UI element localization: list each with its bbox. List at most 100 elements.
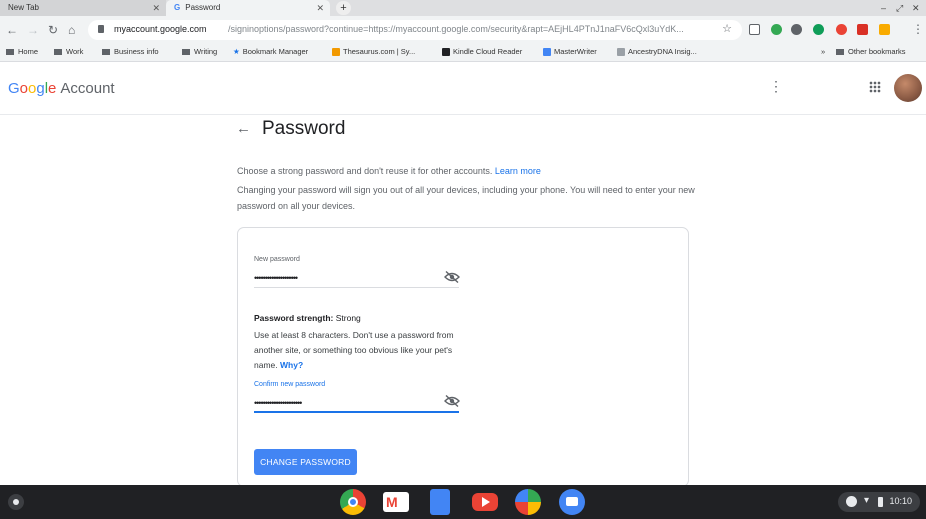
bookmarks-overflow-icon[interactable]: » <box>821 47 825 56</box>
bookmark-label: Bookmark Manager <box>242 47 309 56</box>
wifi-icon: ▾ <box>864 495 870 506</box>
password-hint: Use at least 8 characters. Don't use a p… <box>254 328 469 373</box>
bookmark-manager[interactable]: ★ Bookmark Manager <box>233 47 308 56</box>
extension-icon[interactable] <box>836 24 847 35</box>
bookmark-label: Writing <box>194 47 218 56</box>
strength-label: Password strength: <box>254 313 334 323</box>
bookmarks-bar: Home Work Business info Writing ★ Bookmar… <box>0 44 926 62</box>
star-icon: ★ <box>233 47 240 56</box>
bookmark-kindle[interactable]: Kindle Cloud Reader <box>442 47 523 57</box>
intro-sentence: Choose a strong password and don't reuse… <box>237 166 493 176</box>
intro-text: Choose a strong password and don't reuse… <box>237 166 697 176</box>
avatar[interactable] <box>894 74 922 102</box>
strength-value: Strong <box>335 313 361 323</box>
address-bar[interactable]: myaccount.google.com /signinoptions/pass… <box>88 20 742 40</box>
os-shelf: M ▾ 10:10 <box>0 485 926 519</box>
extension-icon[interactable] <box>879 24 890 35</box>
google-wordmark: Google <box>8 80 57 97</box>
chrome-app-icon[interactable] <box>340 489 366 515</box>
apps-grid-icon[interactable] <box>869 81 881 93</box>
intro-text-2: Changing your password will sign you out… <box>237 185 695 211</box>
folder-icon <box>54 49 62 56</box>
bookmark-label: Other bookmarks <box>848 47 906 56</box>
bookmark-label: Kindle Cloud Reader <box>453 47 523 56</box>
account-header: Google Account ⋮ <box>0 63 926 115</box>
tab-new-tab[interactable]: New Tab ✕ <box>0 0 166 16</box>
close-icon[interactable]: ✕ <box>316 0 324 16</box>
tab-password[interactable]: G Password ✕ <box>166 0 330 16</box>
visibility-off-icon[interactable] <box>444 395 460 407</box>
bookmark-thesaurus[interactable]: Thesaurus.com | Sy... <box>332 47 416 57</box>
tab-strip: New Tab ✕ G Password ✕ + – ⤢ ✕ <box>0 0 926 16</box>
bookmark-writing[interactable]: Writing <box>182 47 217 56</box>
status-tray[interactable]: ▾ 10:10 <box>838 492 920 512</box>
extension-icon[interactable] <box>857 24 868 35</box>
docs-app-icon[interactable] <box>430 489 450 515</box>
learn-more-link[interactable]: Learn more <box>495 166 541 176</box>
bookmark-masterwriter[interactable]: MasterWriter <box>543 47 597 57</box>
bookmark-label: Work <box>66 47 84 56</box>
folder-icon <box>102 49 110 56</box>
google-account-logo[interactable]: Google Account <box>8 80 115 97</box>
password-strength: Password strength: Strong <box>254 313 361 323</box>
extension-icon[interactable] <box>749 24 760 35</box>
folder-icon <box>182 49 190 56</box>
bookmark-work[interactable]: Work <box>54 47 83 56</box>
bookmark-business-info[interactable]: Business info <box>102 47 159 56</box>
url-path: /signinoptions/password?continue=https:/… <box>228 24 684 34</box>
ancestry-icon <box>617 48 625 57</box>
kindle-icon <box>442 48 450 57</box>
back-arrow-icon[interactable]: ← <box>236 120 251 137</box>
maximize-icon[interactable]: ⤢ <box>896 0 903 16</box>
bookmark-label: AncestryDNA Insig... <box>628 47 697 56</box>
minimize-icon[interactable]: – <box>881 0 886 16</box>
extension-icon[interactable] <box>771 24 782 35</box>
youtube-app-icon[interactable] <box>472 493 498 511</box>
confirm-password-field[interactable]: •••••••••••••••••••••• <box>254 398 302 408</box>
folder-icon <box>836 49 844 56</box>
tab-label: New Tab <box>8 3 39 12</box>
bookmark-star-icon[interactable]: ☆ <box>722 22 732 35</box>
bookmark-label: Home <box>18 47 39 56</box>
password-form-card: New password •••••••••••••••••••• Passwo… <box>237 227 689 487</box>
new-password-field[interactable]: •••••••••••••••••••• <box>254 273 298 283</box>
new-tab-button[interactable]: + <box>336 1 351 15</box>
more-options-icon[interactable]: ⋮ <box>769 78 783 95</box>
bookmark-other[interactable]: Other bookmarks <box>836 47 906 56</box>
extension-icon[interactable] <box>791 24 802 35</box>
chrome-menu-icon[interactable]: ⋮ <box>912 22 924 36</box>
lock-icon <box>98 25 104 33</box>
url-domain: myaccount.google.com <box>114 24 207 34</box>
messages-app-icon[interactable] <box>559 489 585 515</box>
why-link[interactable]: Why? <box>280 360 303 370</box>
forward-icon[interactable]: → <box>27 22 39 38</box>
change-password-button[interactable]: CHANGE PASSWORD <box>254 449 357 475</box>
bookmark-label: Business info <box>114 47 159 56</box>
field-underline-focused <box>254 411 459 413</box>
play-store-app-icon[interactable] <box>515 489 541 515</box>
bookmark-label: Thesaurus.com | Sy... <box>343 47 416 56</box>
close-window-icon[interactable]: ✕ <box>912 0 920 16</box>
close-icon[interactable]: ✕ <box>152 0 160 16</box>
visibility-off-icon[interactable] <box>444 271 460 283</box>
launcher-icon[interactable] <box>8 494 24 510</box>
page-title: Password <box>262 118 346 139</box>
google-favicon-icon: G <box>174 3 181 12</box>
confirm-password-label: Confirm new password <box>254 381 326 388</box>
gmail-app-icon[interactable]: M <box>383 492 409 512</box>
bookmark-label: MasterWriter <box>554 47 597 56</box>
reload-icon[interactable]: ↻ <box>48 22 58 38</box>
back-icon[interactable]: ← <box>6 22 18 38</box>
bookmark-ancestry[interactable]: AncestryDNA Insig... <box>617 47 697 57</box>
clock: 10:10 <box>889 496 912 506</box>
thesaurus-icon <box>332 48 340 57</box>
battery-icon <box>878 497 883 507</box>
extension-icon[interactable] <box>813 24 824 35</box>
home-icon[interactable]: ⌂ <box>68 22 75 38</box>
new-password-label: New password <box>254 256 300 263</box>
account-wordmark: Account <box>60 80 115 97</box>
bookmark-home[interactable]: Home <box>6 47 38 56</box>
notification-icon <box>846 496 857 507</box>
tab-label: Password <box>185 3 221 12</box>
folder-icon <box>6 49 14 56</box>
